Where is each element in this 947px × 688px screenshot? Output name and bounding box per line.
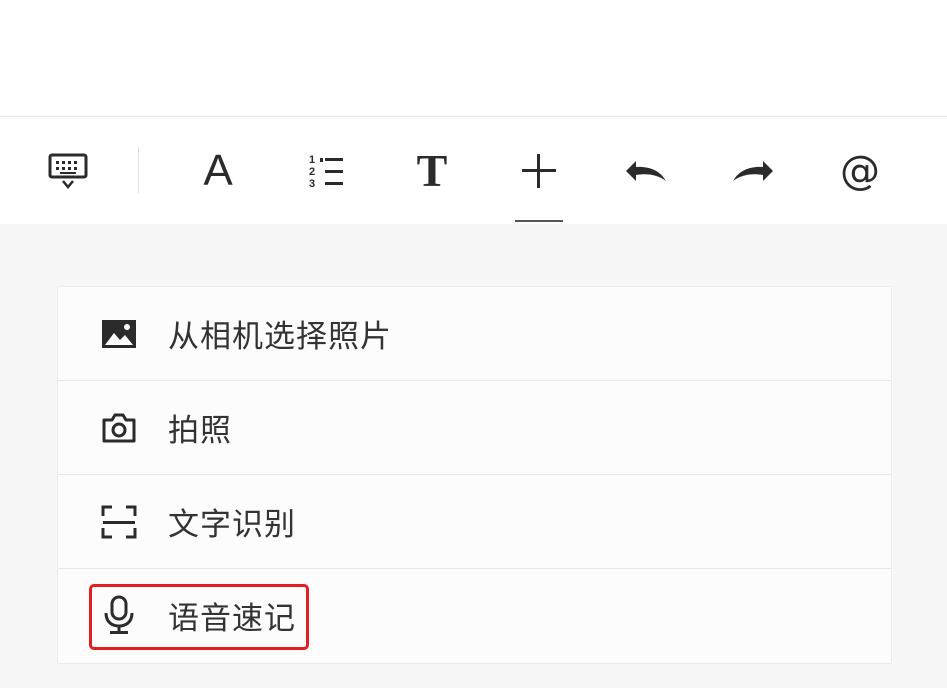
mention-button[interactable]: @ [834,117,886,224]
menu-item-voice-memo[interactable]: 语音速记 [58,569,891,661]
insert-menu: 从相机选择照片 拍照 文字识别 语音速记 [57,286,892,664]
numbered-list-button[interactable]: 1 2 3 [299,117,351,224]
text-style-icon: T [416,144,448,196]
plus-icon [520,152,558,190]
keyboard-hide-button[interactable] [42,117,94,224]
image-icon [100,319,138,349]
editor-content-area[interactable] [0,0,947,117]
font-icon: A [203,145,233,195]
menu-item-take-photo[interactable]: 拍照 [58,381,891,475]
menu-item-label: 从相机选择照片 [168,319,392,355]
redo-button[interactable] [727,117,779,224]
menu-item-label: 语音速记 [168,600,296,637]
font-button[interactable]: A [192,117,244,224]
menu-item-label: 文字识别 [168,507,296,543]
editor-toolbar: A 1 2 3 T @ [0,117,947,224]
svg-text:1: 1 [309,154,315,166]
numbered-list-icon: 1 2 3 [305,152,345,190]
microphone-icon [100,595,138,635]
undo-icon [624,157,668,185]
menu-item-text-recognition[interactable]: 文字识别 [58,475,891,569]
redo-icon [731,157,775,185]
scan-icon [100,505,138,539]
insert-button[interactable] [513,117,565,224]
svg-text:2: 2 [309,166,315,178]
undo-button[interactable] [620,117,672,224]
menu-item-label: 拍照 [168,413,232,449]
toolbar-divider [138,147,139,193]
active-tab-indicator [515,220,563,222]
text-style-button[interactable]: T [406,117,458,224]
keyboard-hide-icon [48,153,88,189]
svg-text:3: 3 [309,178,315,190]
camera-icon [100,412,138,444]
mention-icon: @ [840,147,880,194]
menu-item-choose-photo[interactable]: 从相机选择照片 [58,287,891,381]
